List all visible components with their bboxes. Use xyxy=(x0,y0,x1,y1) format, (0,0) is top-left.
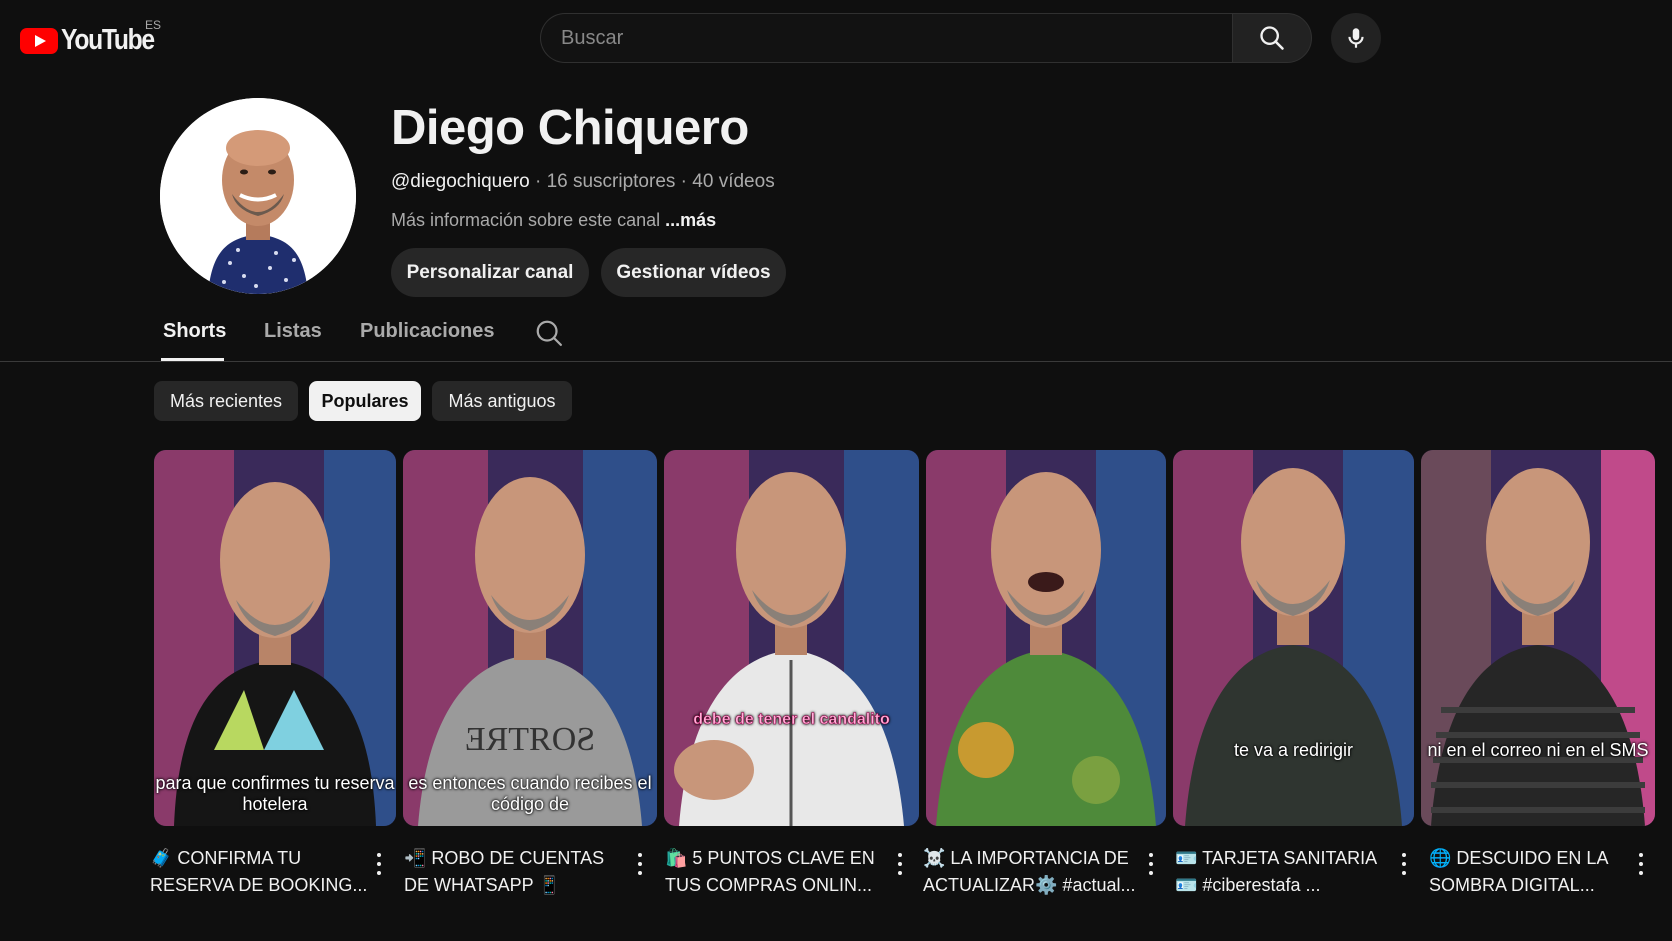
short-title[interactable]: 🛍️ 5 PUNTOS CLAVE EN TUS COMPRAS ONLIN..… xyxy=(665,845,885,899)
short-title-line: 🌐 DESCUIDO EN LA xyxy=(1429,848,1609,868)
channel-tabs: Shorts Listas Publicaciones xyxy=(0,316,1672,362)
thumbnail-image: ƎЯTROƧ xyxy=(403,450,657,826)
channel-meta: @diegochiquero · 16 suscriptores · 40 ví… xyxy=(391,171,775,193)
youtube-play-icon xyxy=(20,27,58,54)
short-title[interactable]: ☠️ LA IMPORTANCIA DE ACTUALIZAR⚙️ #actua… xyxy=(923,845,1143,899)
customize-channel-button[interactable]: Personalizar canal xyxy=(391,248,589,297)
dot-icon xyxy=(377,853,381,857)
dot-icon xyxy=(1639,871,1643,875)
short-menu-button[interactable] xyxy=(1399,853,1409,875)
short-title[interactable]: 🧳 CONFIRMA TU RESERVA DE BOOKING... xyxy=(150,845,370,899)
about-more-link[interactable]: ...más xyxy=(665,210,716,230)
channel-avatar[interactable] xyxy=(160,98,356,294)
short-menu-button[interactable] xyxy=(1146,853,1156,875)
short-menu-button[interactable] xyxy=(635,853,645,875)
active-tab-indicator xyxy=(161,358,224,361)
short-caption: ni en el correo ni en el SMS xyxy=(1427,740,1649,760)
tab-listas[interactable]: Listas xyxy=(264,320,322,343)
dot-icon xyxy=(638,853,642,857)
manage-videos-button[interactable]: Gestionar vídeos xyxy=(601,248,786,297)
short-title-line: 🛍️ 5 PUNTOS CLAVE EN xyxy=(665,848,875,868)
dot-icon xyxy=(377,871,381,875)
search-input[interactable] xyxy=(561,26,1232,50)
short-title-line: ☠️ LA IMPORTANCIA DE xyxy=(923,848,1129,868)
search-button[interactable] xyxy=(1232,13,1312,63)
logo-text: YouTube xyxy=(61,24,155,56)
dot-icon xyxy=(638,862,642,866)
search-box xyxy=(540,13,1232,63)
short-title-line: 🪪 TARJETA SANITARIA xyxy=(1175,848,1378,868)
short-title-line: 📲 ROBO DE CUENTAS xyxy=(404,848,605,868)
short-title-line: TUS COMPRAS ONLIN... xyxy=(665,875,873,895)
voice-search-button[interactable] xyxy=(1331,13,1381,63)
short-caption: para que confirmes tu reserva hotelera xyxy=(155,773,395,814)
dot-icon xyxy=(898,862,902,866)
short-thumbnail[interactable]: debe de tener el candalito xyxy=(664,450,919,826)
search-icon xyxy=(536,320,562,346)
meta-separator: · xyxy=(529,171,547,192)
thumbnail-image xyxy=(1173,450,1414,826)
short-title-line: 🪪 #ciberestafa ... xyxy=(1175,875,1321,895)
thumbnail-image xyxy=(926,450,1166,826)
short-title[interactable]: 🪪 TARJETA SANITARIA 🪪 #ciberestafa ... xyxy=(1175,845,1395,899)
short-caption: te va a redirigir xyxy=(1233,740,1354,760)
short-menu-button[interactable] xyxy=(895,853,905,875)
thumbnail-image xyxy=(1421,450,1655,826)
mic-icon xyxy=(1348,28,1364,48)
short-title-line: RESERVA DE BOOKING... xyxy=(150,875,368,895)
short-title-line: ACTUALIZAR⚙️ #actual... xyxy=(923,875,1136,895)
dot-icon xyxy=(638,871,642,875)
tab-publicaciones[interactable]: Publicaciones xyxy=(360,320,495,343)
dot-icon xyxy=(1402,871,1406,875)
dot-icon xyxy=(1402,862,1406,866)
short-thumbnail[interactable]: te va a redirigir xyxy=(1173,450,1414,826)
dot-icon xyxy=(898,871,902,875)
short-title-line: DE WHATSAPP 📱 xyxy=(404,875,561,895)
meta-separator: · xyxy=(675,171,693,192)
chip-populares[interactable]: Populares xyxy=(309,381,421,421)
tab-shorts[interactable]: Shorts xyxy=(163,320,226,343)
svg-text:ƎЯTROƧ: ƎЯTROƧ xyxy=(465,721,595,758)
short-thumbnail[interactable]: ni en el correo ni en el SMS xyxy=(1421,450,1655,826)
short-caption: es entonces cuando recibes el código de xyxy=(408,773,652,814)
dot-icon xyxy=(898,853,902,857)
video-count: 40 vídeos xyxy=(692,171,775,192)
dot-icon xyxy=(377,862,381,866)
short-menu-button[interactable] xyxy=(1636,853,1646,875)
short-title-line: SOMBRA DIGITAL... xyxy=(1429,875,1595,895)
dot-icon xyxy=(1639,853,1643,857)
country-code: ES xyxy=(145,18,162,32)
dot-icon xyxy=(1149,871,1153,875)
search-icon xyxy=(1260,26,1284,50)
chip-mas-antiguos[interactable]: Más antiguos xyxy=(432,381,572,421)
dot-icon xyxy=(1149,862,1153,866)
subscriber-count: 16 suscriptores xyxy=(546,171,676,192)
short-thumbnail[interactable]: ƎЯTROƧ es entonces cuando recibes el cód… xyxy=(403,450,657,826)
channel-about[interactable]: Más información sobre este canal ...más xyxy=(391,210,716,231)
chip-mas-recientes[interactable]: Más recientes xyxy=(154,381,298,421)
short-thumbnail[interactable] xyxy=(926,450,1166,826)
dot-icon xyxy=(1402,853,1406,857)
short-thumbnail[interactable]: para que confirmes tu reserva hotelera xyxy=(154,450,396,826)
thumbnail-image xyxy=(664,450,919,826)
about-text: Más información sobre este canal xyxy=(391,210,661,230)
short-title[interactable]: 📲 ROBO DE CUENTAS DE WHATSAPP 📱 xyxy=(404,845,624,899)
short-title-line: 🧳 CONFIRMA TU xyxy=(150,848,302,868)
channel-name: Diego Chiquero xyxy=(391,101,749,155)
channel-handle: @diegochiquero xyxy=(391,171,530,192)
short-title[interactable]: 🌐 DESCUIDO EN LA SOMBRA DIGITAL... xyxy=(1429,845,1629,899)
dot-icon xyxy=(1639,862,1643,866)
channel-search-button[interactable] xyxy=(534,318,564,353)
avatar-portrait xyxy=(160,98,356,294)
short-menu-button[interactable] xyxy=(374,853,384,875)
short-caption: debe de tener el candalito xyxy=(693,711,890,729)
dot-icon xyxy=(1149,853,1153,857)
search-bar xyxy=(540,13,1312,63)
thumbnail-image xyxy=(154,450,396,826)
